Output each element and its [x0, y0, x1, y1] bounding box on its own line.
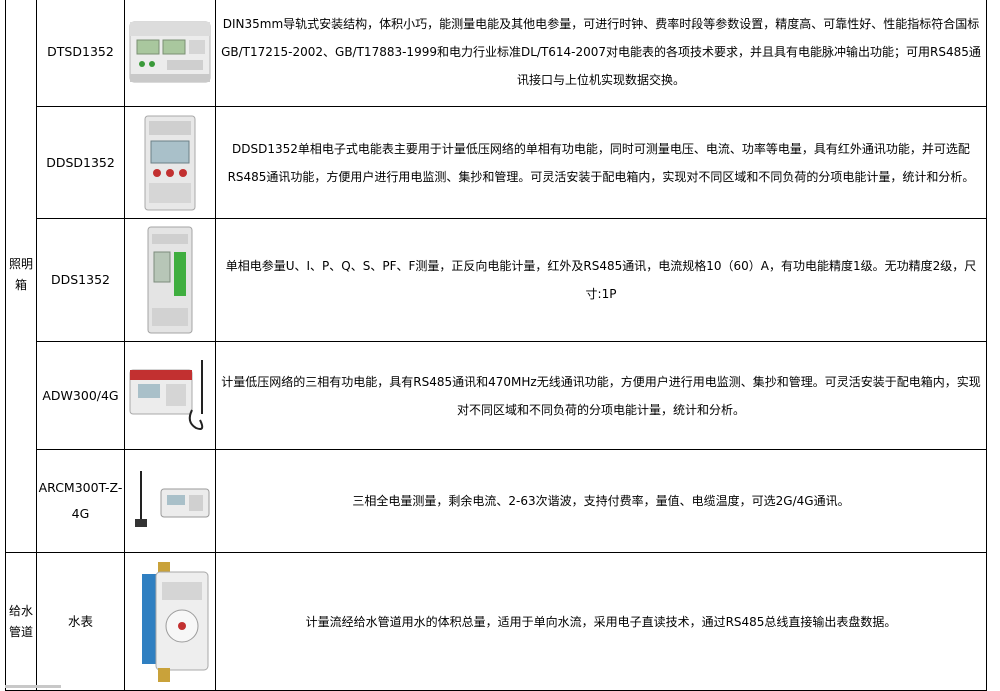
model-name: DTSD1352: [47, 43, 114, 59]
model-cell: DTSD1352: [36, 0, 125, 107]
description-text: 计量低压网络的三相有功电能，具有RS485通讯和470MHz无线通讯功能，方便用…: [221, 374, 981, 417]
table-row: DDSD1352 DDSD1352单相电子式电能表主要用于计量低压网络的单相有功…: [6, 106, 987, 219]
description-text: DIN35mm导轨式安装结构，体积小巧，能测量电能及其他电参量，可进行时钟、费率…: [221, 16, 981, 87]
description-cell: 三相全电量测量，剩余电流、2-63次谐波，支持付费率，量值、电缆温度，可选2G/…: [215, 449, 987, 553]
description-cell: 计量低压网络的三相有功电能，具有RS485通讯和470MHz无线通讯功能，方便用…: [215, 341, 987, 450]
description-cell: DIN35mm导轨式安装结构，体积小巧，能测量电能及其他电参量，可进行时钟、费率…: [215, 0, 987, 107]
table-row: 给水管道 水表 计量流经给水管道用水的体积总量，适用于单向水流，采用电子直读技术…: [5, 552, 987, 691]
model-cell: DDSD1352: [36, 106, 125, 219]
description-cell: 单相电参量U、I、P、Q、S、PF、F测量，正反向电能计量，红外及RS485通讯…: [215, 218, 987, 342]
category-label: 给水管道: [8, 603, 33, 639]
product-image-cell: [124, 341, 216, 450]
description-cell: 计量流经给水管道用水的体积总量，适用于单向水流，采用电子直读技术，通过RS485…: [215, 552, 987, 691]
description-cell: DDSD1352单相电子式电能表主要用于计量低压网络的单相有功电能，同时可测量电…: [215, 106, 987, 219]
product-image-cell: [124, 106, 216, 219]
water-meter-image: [142, 561, 209, 682]
category-label: 照明箱: [8, 256, 33, 292]
model-name: ADW300/4G: [42, 387, 119, 403]
product-image-cell: [124, 449, 216, 553]
dds1352-meter-image: [147, 226, 193, 334]
description-text: 计量流经给水管道用水的体积总量，适用于单向水流，采用电子直读技术，通过RS485…: [305, 614, 897, 629]
description-text: DDSD1352单相电子式电能表主要用于计量低压网络的单相有功电能，同时可测量电…: [227, 141, 975, 184]
model-cell: DDS1352: [36, 218, 125, 342]
model-name: DDS1352: [51, 272, 110, 287]
arcm300t-meter-image: [135, 471, 210, 527]
model-name: ARCM300T-Z-4G: [38, 480, 123, 521]
model-cell: ARCM300T-Z-4G: [36, 449, 125, 553]
model-name: 水表: [67, 613, 93, 629]
adw300-meter-image: [129, 359, 204, 430]
table-row: ARCM300T-Z-4G 三相全电量测量，剩余电流、2-63次谐波，支持付费率…: [6, 449, 987, 553]
product-image-cell: [124, 552, 216, 691]
table-row: DDS1352 单相电参量U、I、P、Q、S、PF、F测量，正反向电能计量，红外…: [6, 218, 987, 342]
dtsd1352-meter-image: [129, 21, 211, 82]
model-name: DDSD1352: [46, 154, 115, 170]
ddsd1352-meter-image: [144, 115, 196, 210]
description-text: 单相电参量U、I、P、Q、S、PF、F测量，正反向电能计量，红外及RS485通讯…: [225, 259, 977, 301]
model-cell: 水表: [36, 552, 125, 691]
product-spec-table: 照明箱 DTSD1352 DIN35mm导轨式安装结构，体积小巧，能测量电能及其…: [5, 0, 987, 691]
table-row: ADW300/4G 计量低压网络的三相有功电能，具有RS485通讯和470MHz…: [6, 341, 987, 450]
category-lighting-cell: 照明箱: [5, 0, 37, 553]
product-image-cell: [124, 0, 216, 107]
product-image-cell: [124, 218, 216, 342]
category-water-cell: 给水管道: [5, 552, 37, 691]
model-cell: ADW300/4G: [36, 341, 125, 450]
description-text: 三相全电量测量，剩余电流、2-63次谐波，支持付费率，量值、电缆温度，可选2G/…: [352, 494, 850, 508]
table-row: 照明箱 DTSD1352 DIN35mm导轨式安装结构，体积小巧，能测量电能及其…: [5, 0, 987, 553]
